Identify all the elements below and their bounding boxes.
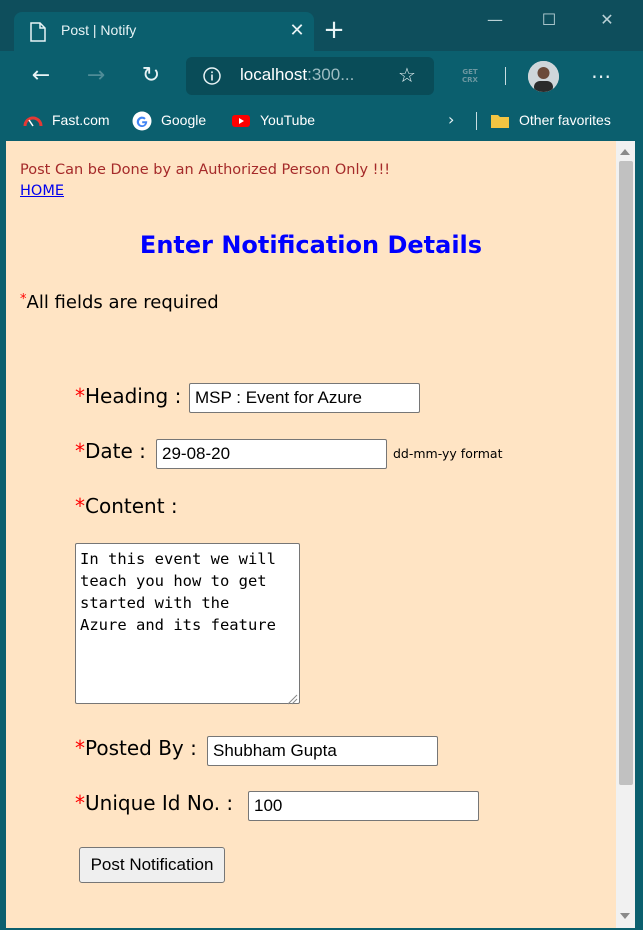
favorite-label: Fast.com <box>52 112 110 128</box>
maximize-icon[interactable]: ☐ <box>534 8 564 32</box>
favorite-label: YouTube <box>260 112 316 128</box>
date-format-hint: dd-mm-yy format <box>393 446 503 461</box>
back-arrow-icon[interactable]: ← <box>26 61 56 91</box>
date-input[interactable]: 29-08-20 <box>156 439 387 469</box>
url-port: :300... <box>307 65 355 84</box>
authorization-notice: Post Can be Done by an Authorized Person… <box>20 162 391 178</box>
scrollbar-thumb[interactable] <box>619 161 633 785</box>
crx-extension-icon[interactable]: GET CRX <box>460 68 480 84</box>
window-frame-right <box>635 141 643 930</box>
browser-window: Post | Notify ✕ + — ☐ ✕ ← → ↻ localhost:… <box>0 0 643 930</box>
toolbar-divider <box>505 67 506 85</box>
favorite-youtube[interactable]: YouTube <box>231 109 315 131</box>
home-link[interactable]: HOME <box>20 183 64 199</box>
forward-arrow-icon[interactable]: → <box>81 61 111 91</box>
google-icon <box>132 111 152 131</box>
tab-title: Post | Notify <box>61 22 137 38</box>
navigation-bar: ← → ↻ localhost:300... ☆ GET CRX ⋯ <box>0 51 643 101</box>
page-viewport: Post Can be Done by an Authorized Person… <box>6 141 616 928</box>
unique-id-label: *Unique Id No. : <box>75 791 233 815</box>
post-notification-button[interactable]: Post Notification <box>79 847 225 883</box>
resize-grip-icon[interactable] <box>286 690 298 705</box>
other-favorites-label: Other favorites <box>519 112 611 128</box>
required-asterisk: * <box>75 494 85 518</box>
favorites-bar: Fast.com Google YouTube › Other favorite… <box>0 101 643 141</box>
unique-id-input[interactable]: 100 <box>248 791 479 821</box>
profile-avatar[interactable] <box>528 61 559 92</box>
content-label-text: Content : <box>85 494 178 518</box>
address-bar[interactable]: localhost:300... ☆ <box>186 57 434 95</box>
youtube-icon <box>231 111 251 131</box>
folder-icon <box>490 111 510 131</box>
gauge-icon <box>23 111 43 131</box>
new-tab-icon[interactable]: + <box>322 17 346 43</box>
unique-id-label-text: Unique Id No. : <box>85 791 234 815</box>
heading-label: *Heading : <box>75 384 181 408</box>
other-favorites[interactable]: Other favorites <box>490 109 611 131</box>
required-asterisk: * <box>75 439 85 463</box>
more-options-icon[interactable]: ⋯ <box>588 61 614 91</box>
posted-by-label-text: Posted By : <box>85 736 197 760</box>
url-host: localhost <box>240 65 308 84</box>
posted-by-input[interactable]: Shubham Gupta <box>207 736 438 766</box>
heading-input[interactable]: MSP : Event for Azure <box>189 383 420 413</box>
scroll-up-icon[interactable] <box>620 149 630 155</box>
info-icon[interactable] <box>202 66 222 86</box>
favorite-google[interactable]: Google <box>132 109 206 131</box>
refresh-icon[interactable]: ↻ <box>136 61 166 91</box>
favorite-label: Google <box>161 112 207 128</box>
required-asterisk: * <box>75 791 85 815</box>
page-title: Enter Notification Details <box>139 231 483 259</box>
page-icon <box>30 22 46 42</box>
favorites-divider <box>476 112 477 130</box>
url-text: localhost:300... <box>240 65 354 85</box>
scroll-down-icon[interactable] <box>620 913 630 919</box>
date-label-text: Date : <box>85 439 146 463</box>
content-label: *Content : <box>75 494 178 518</box>
heading-label-text: Heading : <box>85 384 182 408</box>
date-label: *Date : <box>75 439 146 463</box>
required-note-text: All fields are required <box>26 292 219 313</box>
required-note: *All fields are required <box>20 292 219 313</box>
window-close-icon[interactable]: ✕ <box>592 8 622 32</box>
posted-by-label: *Posted By : <box>75 736 197 760</box>
favorite-fast-com[interactable]: Fast.com <box>23 109 110 131</box>
tab-post-notify[interactable]: Post | Notify ✕ <box>14 12 314 51</box>
favorite-star-icon[interactable]: ☆ <box>398 63 416 87</box>
chevron-right-icon[interactable]: › <box>448 109 454 131</box>
content-textarea[interactable]: In this event we will teach you how to g… <box>75 543 300 704</box>
tab-strip: Post | Notify ✕ + — ☐ ✕ <box>0 0 643 51</box>
required-asterisk: * <box>75 736 85 760</box>
minimize-icon[interactable]: — <box>480 8 510 32</box>
vertical-scrollbar[interactable] <box>616 141 635 928</box>
close-tab-icon[interactable]: ✕ <box>286 20 308 42</box>
required-asterisk: * <box>75 384 85 408</box>
